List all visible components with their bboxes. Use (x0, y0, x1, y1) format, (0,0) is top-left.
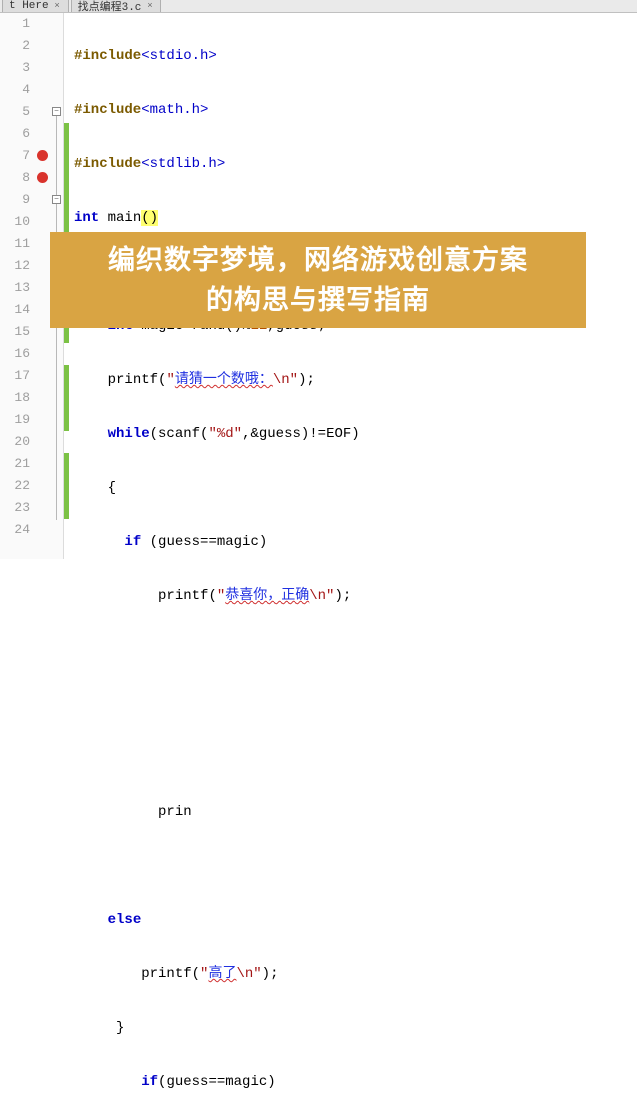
identifier: printf (108, 372, 158, 388)
brace: } (116, 1020, 124, 1036)
include-path: <stdlib.h> (141, 156, 225, 172)
banner-line1: 编织数字梦境，网络游戏创意方案 (108, 245, 528, 275)
expr: guess==magic (166, 1074, 267, 1090)
include-path: <stdio.h> (141, 48, 217, 64)
line-number: 12 (0, 255, 30, 277)
banner-line2: 的构思与撰写指南 (206, 285, 430, 315)
identifier: prin (158, 804, 192, 820)
breakpoint-margin[interactable] (36, 13, 50, 559)
code-text: !=EOF (309, 426, 351, 442)
change-marker (64, 453, 69, 519)
semi: ; (270, 966, 278, 982)
line-number: 23 (0, 497, 30, 519)
semi: ; (343, 588, 351, 604)
paren: ) (262, 966, 270, 982)
close-icon[interactable]: × (145, 2, 154, 11)
line-number: 7 (0, 145, 30, 167)
line-number: 10 (0, 211, 30, 233)
string-cjk: 高了 (208, 966, 236, 982)
string: \n" (273, 372, 298, 388)
fold-minus-icon[interactable]: − (52, 107, 61, 116)
string: \n" (309, 588, 334, 604)
expr: guess==magic (158, 534, 259, 550)
paren: ( (150, 426, 158, 442)
keyword: if (141, 1074, 158, 1090)
string: "%d" (208, 426, 242, 442)
string: " (217, 588, 225, 604)
breakpoint-icon[interactable] (37, 172, 48, 183)
paren: ) (267, 1074, 275, 1090)
paren: ( (208, 588, 216, 604)
tab-active[interactable]: 找点编程3.c × (71, 0, 162, 12)
include-path: <math.h> (141, 102, 208, 118)
line-number: 3 (0, 57, 30, 79)
identifier: printf (158, 588, 208, 604)
keyword: if (124, 534, 141, 550)
string-cjk: 恭喜你，正确 (225, 588, 309, 604)
preproc: #include (74, 156, 141, 172)
line-number: 22 (0, 475, 30, 497)
preproc: #include (74, 102, 141, 118)
string-cjk: 请猜一个数哦： (175, 372, 273, 388)
string: " (200, 966, 208, 982)
fold-minus-icon[interactable]: − (52, 195, 61, 204)
close-icon[interactable]: × (53, 2, 62, 11)
keyword: int (74, 210, 99, 226)
paren: ( (141, 534, 158, 550)
paren: ) (351, 426, 359, 442)
tab-label: t Here (9, 0, 49, 12)
tab-partial-left[interactable]: t Here × (2, 0, 69, 12)
change-marker (64, 365, 69, 431)
paren: ( (192, 966, 200, 982)
line-number: 6 (0, 123, 30, 145)
string: " (166, 372, 174, 388)
identifier: printf (141, 966, 191, 982)
line-number: 4 (0, 79, 30, 101)
paren: ( (158, 1074, 166, 1090)
line-number: 18 (0, 387, 30, 409)
line-number: 16 (0, 343, 30, 365)
line-number-gutter: 1 2 3 4 5 6 7 8 9 10 11 12 13 14 15 16 1… (0, 13, 36, 559)
keyword: else (108, 912, 142, 928)
identifier: main (108, 210, 142, 226)
string: \n" (236, 966, 261, 982)
brace: { (108, 480, 116, 496)
line-number: 8 (0, 167, 30, 189)
paren: ) (334, 588, 342, 604)
matched-paren: () (141, 210, 158, 226)
identifier: scanf (158, 426, 200, 442)
line-number: 11 (0, 233, 30, 255)
line-number: 14 (0, 299, 30, 321)
line-number: 1 (0, 13, 30, 35)
keyword: while (108, 426, 150, 442)
line-number: 5 (0, 101, 30, 123)
code-text: ,&guess (242, 426, 301, 442)
tab-label: 找点编程3.c (78, 0, 142, 14)
preproc: #include (74, 48, 141, 64)
line-number: 20 (0, 431, 30, 453)
line-number: 9 (0, 189, 30, 211)
semi: ; (306, 372, 314, 388)
paren: ) (259, 534, 267, 550)
overlay-banner: 编织数字梦境，网络游戏创意方案 的构思与撰写指南 (50, 232, 586, 328)
line-number: 13 (0, 277, 30, 299)
line-number: 24 (0, 519, 30, 541)
change-marker (64, 123, 69, 233)
line-number: 2 (0, 35, 30, 57)
breakpoint-icon[interactable] (37, 150, 48, 161)
line-number: 15 (0, 321, 30, 343)
tab-bar: t Here × 找点编程3.c × (0, 0, 637, 13)
line-number: 17 (0, 365, 30, 387)
line-number: 19 (0, 409, 30, 431)
line-number: 21 (0, 453, 30, 475)
